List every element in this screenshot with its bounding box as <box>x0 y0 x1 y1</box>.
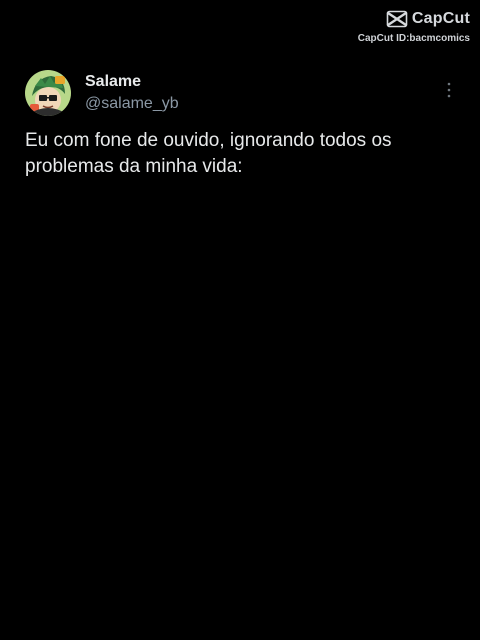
user-handle[interactable]: @salame_yb <box>85 94 179 114</box>
capcut-logo: CapCut <box>340 8 470 30</box>
capcut-brand-text: CapCut <box>411 10 470 27</box>
display-name[interactable]: Salame <box>85 72 179 92</box>
capcut-logo-icon <box>386 10 408 28</box>
capcut-id-text: CapCut ID:bacmcomics <box>357 33 470 44</box>
tweet-text: Eu com fone de ouvido, ignorando todos o… <box>25 130 392 177</box>
avatar[interactable] <box>25 70 71 116</box>
tweet-author: Salame @salame_yb <box>85 72 179 114</box>
capcut-watermark: CapCut CapCut ID:bacmcomics <box>340 8 470 44</box>
tweet-header: Salame @salame_yb <box>25 68 465 118</box>
tweet-card: Salame @salame_yb Eu com fone de ouvido,… <box>25 68 465 180</box>
more-vertical-icon[interactable] <box>443 80 455 100</box>
avatar-cartoon-icon <box>25 70 71 116</box>
